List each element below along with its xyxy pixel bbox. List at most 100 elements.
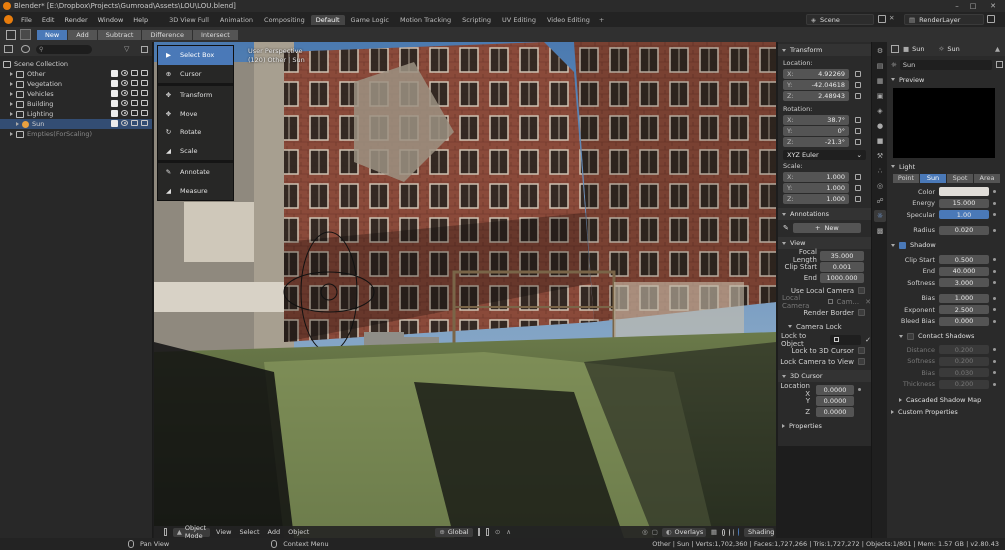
xray-icon[interactable]: ▦ [711,528,717,536]
monitor-icon[interactable] [131,110,138,116]
falloff-icon[interactable]: ∧ [506,528,511,536]
workspace-tab-compositing[interactable]: Compositing [259,15,310,25]
camera-render-icon[interactable] [141,110,148,116]
cs-softness-keyframe-dot[interactable] [993,359,996,363]
context-object-name[interactable]: Sun [912,45,924,53]
select-menu[interactable]: Select [235,528,263,536]
radius-keyframe-dot[interactable] [993,228,996,232]
tool-measure[interactable]: ◢ Measure [158,182,233,201]
lock-icon[interactable] [855,195,861,202]
eye-icon[interactable] [121,110,128,116]
energy-field[interactable]: 15.000 [939,198,989,208]
light-type-point[interactable]: Point [893,173,919,183]
expand-arrow-icon[interactable] [10,72,13,76]
lock-icon[interactable] [855,184,861,191]
thickness-keyframe-dot[interactable] [993,382,996,386]
workspace-tab-animation[interactable]: Animation [215,15,258,25]
workspace-tab-default[interactable]: Default [310,14,345,25]
proportional-edit-icon[interactable]: ⊙ [495,528,500,536]
softness-keyframe-dot[interactable] [993,281,996,285]
filter-icon[interactable]: ▽ [124,45,129,53]
wireframe-shading-icon[interactable] [722,528,725,536]
contact-shadows-subpanel-header[interactable]: Contact Shadows [887,330,1005,342]
mode-subtract-button[interactable]: Subtract [97,29,142,40]
orientation-dropdown[interactable]: ⊕ Global [435,527,473,537]
radius-field[interactable]: 0.020 [939,225,989,235]
keyframe-dot[interactable] [858,388,861,391]
workspace-tab-video-editing[interactable]: Video Editing [542,15,595,25]
active-tool-icon[interactable] [20,29,31,40]
render-layer-selector[interactable]: ▤ RenderLayer [904,14,984,25]
custom-properties-header[interactable]: Custom Properties [887,406,1005,418]
expand-arrow-icon[interactable] [16,122,19,126]
properties-subpanel-header[interactable]: Properties [778,420,871,432]
rotation-x-field[interactable]: X: 38.7° [783,114,849,125]
lock-camera-to-view-checkbox[interactable] [858,358,865,365]
light-data-tab-icon[interactable]: ☼ [874,210,886,222]
cascaded-shadow-map-header[interactable]: Cascaded Shadow Map [887,394,1005,406]
clip-start-field[interactable]: 0.001 [820,261,864,272]
cs-bias-keyframe-dot[interactable] [993,371,996,375]
new-scene-icon[interactable] [878,15,886,23]
workspace-tab-game-logic[interactable]: Game Logic [346,15,394,25]
overlays-dropdown[interactable]: ◐ Overlays [661,527,706,537]
outliner-search-input[interactable]: ⚲ [36,44,92,54]
close-button[interactable]: ✕ [986,0,1000,12]
exclude-checkbox[interactable] [111,80,118,87]
physics-tab-icon[interactable]: ◎ [874,180,886,192]
thickness-field[interactable]: 0.200 [939,379,989,389]
outliner-item[interactable]: Lighting [0,109,152,119]
tool-select-box[interactable]: ▶ Select Box [158,46,233,65]
outliner-item[interactable]: Sun [0,119,152,129]
tool-cursor[interactable]: ⊕ Cursor [158,65,233,84]
clip-start-keyframe-dot[interactable] [993,258,996,262]
expand-arrow-icon[interactable] [10,112,13,116]
shadow-clip-start-field[interactable]: 0.500 [939,255,989,265]
contact-shadows-checkbox[interactable] [907,332,914,340]
bleed-bias-keyframe-dot[interactable] [993,319,996,323]
tool-scale[interactable]: ◢ Scale [158,142,233,161]
eye-icon[interactable] [121,70,128,76]
outliner-editor-icon[interactable] [4,45,13,53]
camera-render-icon[interactable] [141,90,148,96]
expand-arrow-icon[interactable] [10,82,13,86]
light-panel-header[interactable]: Light [887,161,1005,173]
exclude-checkbox[interactable] [111,120,118,127]
3d-viewport[interactable]: ▶ Select Box ⊕ Cursor ✥ Transform ✥ Move ↻ Rotate… [154,42,776,538]
color-swatch[interactable] [939,187,989,197]
cs-bias-field[interactable]: 0.030 [939,368,989,378]
outliner-item[interactable]: Vegetation [0,79,152,89]
new-layer-icon[interactable] [987,15,995,23]
properties-editor-icon[interactable] [891,45,899,53]
distance-keyframe-dot[interactable] [993,348,996,352]
lock-to-object-field[interactable] [829,334,862,345]
eye-icon[interactable] [121,120,128,126]
lock-icon[interactable] [855,138,861,145]
scale-x-field[interactable]: X: 1.000 [783,171,849,182]
3d-cursor-panel-header[interactable]: 3D Cursor [778,370,871,382]
annotations-panel-header[interactable]: Annotations [778,208,871,220]
location-y-field[interactable]: Y: -42.04618 [783,79,849,90]
transform-panel-header[interactable]: Transform [778,44,871,56]
object-mode-dropdown[interactable]: ▲ Object Mode [172,524,211,538]
camera-render-icon[interactable] [141,70,148,76]
add-menu[interactable]: Add [264,528,285,536]
monitor-icon[interactable] [131,120,138,126]
clip-end-field[interactable]: 1000.000 [820,272,864,283]
bias-keyframe-dot[interactable] [993,296,996,300]
use-local-camera-checkbox[interactable] [858,287,865,294]
blender-menu-icon[interactable] [4,15,13,24]
scene-selector[interactable]: ◈ Scene [806,14,874,25]
cursor-y-field[interactable]: 0.0000 [816,395,854,406]
expand-arrow-icon[interactable] [10,132,13,136]
energy-keyframe-dot[interactable] [993,201,996,205]
workspace-tab-uv-editing[interactable]: UV Editing [497,15,541,25]
shadow-bias-field[interactable]: 1.000 [939,293,989,303]
eye-icon[interactable] [121,100,128,106]
scale-y-field[interactable]: Y: 1.000 [783,182,849,193]
camera-lock-subpanel[interactable]: Camera Lock [778,321,871,332]
mode-intersect-button[interactable]: Intersect [193,29,238,40]
tool-transform[interactable]: ✥ Transform [158,86,233,105]
solid-shading-icon[interactable] [728,528,730,536]
constraints-tab-icon[interactable]: ☍ [874,195,886,207]
